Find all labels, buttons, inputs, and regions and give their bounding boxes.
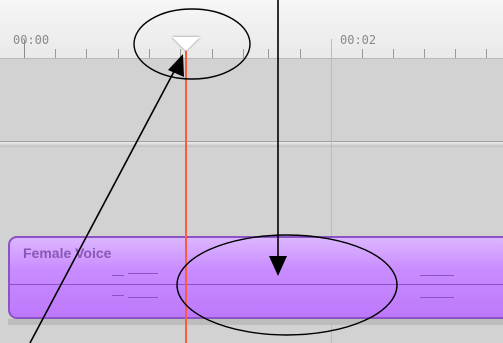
timeline-editor: 00:00 00:02 Female Voice	[0, 0, 503, 343]
arrow-diagonal-line	[29, 63, 179, 343]
annotation-overlay	[29, 0, 398, 343]
highlight-ellipse-playhead	[133, 8, 251, 80]
highlight-ellipse-clip	[176, 234, 398, 336]
arrow-down-head	[269, 256, 287, 276]
arrow-diagonal-head	[168, 54, 184, 77]
